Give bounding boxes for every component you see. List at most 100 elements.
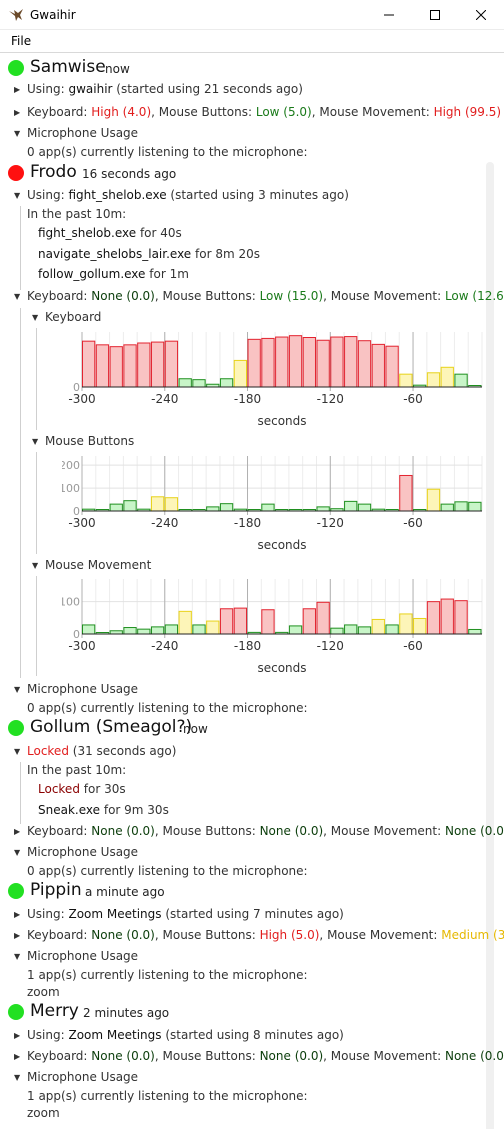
usage-line: Using: gwaihir (started using 21 seconds… xyxy=(27,82,303,96)
mouse-buttons-value: None (0.0) xyxy=(259,824,324,838)
input-activity-line: Keyboard: None (0.0), Mouse Buttons: Non… xyxy=(27,1049,504,1063)
close-icon xyxy=(476,10,486,20)
chart-bar xyxy=(426,372,441,388)
collapse-down-icon[interactable]: ▼ xyxy=(14,191,20,200)
chart-bar xyxy=(330,336,344,388)
chart-bar xyxy=(454,600,468,635)
tree-guide xyxy=(36,328,37,430)
expand-right-icon[interactable]: ▶ xyxy=(14,1052,20,1061)
collapse-down-icon[interactable]: ▼ xyxy=(32,313,38,322)
status-dot-online xyxy=(8,60,24,76)
chart-bar xyxy=(385,345,399,388)
expand-right-icon[interactable]: ▶ xyxy=(14,931,20,940)
user-name: Frodo xyxy=(30,162,77,182)
expand-right-icon[interactable]: ▶ xyxy=(14,85,20,94)
lock-status-line: Locked (31 seconds ago) xyxy=(27,744,176,758)
collapse-down-icon[interactable]: ▼ xyxy=(14,848,20,857)
maximize-icon xyxy=(430,10,440,20)
menu-file[interactable]: File xyxy=(11,34,31,48)
mouse-buttons-label: Mouse Buttons: xyxy=(162,824,256,838)
user-list[interactable]: Samwise now ▶ Using: gwaihir (started us… xyxy=(0,54,504,1129)
chart-bar xyxy=(344,500,358,512)
mouse-movement-label: Mouse Movement: xyxy=(327,928,438,942)
chart-bar xyxy=(219,608,234,635)
user-name: Samwise xyxy=(30,57,106,77)
x-tick-label: -300 xyxy=(68,639,95,653)
mouse-movement-label: Mouse Movement: xyxy=(330,1049,442,1063)
scrollbar-track[interactable] xyxy=(486,162,494,1129)
mouse-buttons-value: Low (5.0) xyxy=(255,105,312,119)
keyboard-label: Keyboard: xyxy=(27,928,88,942)
chart-bar xyxy=(192,624,206,635)
history-duration: for 1m xyxy=(149,267,189,281)
chart-bar xyxy=(123,500,137,512)
mouse-movement-value: High (99.5) xyxy=(433,105,502,119)
chart-bar xyxy=(454,501,468,512)
mic-usage-header: Microphone Usage xyxy=(27,1070,139,1084)
started-text: (started using 8 minutes ago) xyxy=(165,1028,344,1042)
history-header: In the past 10m: xyxy=(27,207,127,221)
history-app: Sneak.exe xyxy=(38,803,101,817)
mic-usage-text: 0 app(s) currently listening to the micr… xyxy=(27,701,308,715)
chart-bar xyxy=(302,337,316,388)
x-tick-label: -180 xyxy=(234,392,261,406)
chart-bar xyxy=(344,336,358,388)
mouse-buttons-chart: 0 100 200 -300 -240 -180 -120 -60 seconds xyxy=(62,454,484,554)
maximize-button[interactable] xyxy=(412,0,458,30)
history-header: In the past 10m: xyxy=(27,763,127,777)
mic-app: zoom xyxy=(27,985,60,999)
started-text: (started using 7 minutes ago) xyxy=(165,907,344,921)
keyboard-label: Keyboard: xyxy=(27,1049,88,1063)
expand-right-icon[interactable]: ▶ xyxy=(14,827,20,836)
chart-bar xyxy=(316,601,330,635)
mic-usage-header: Microphone Usage xyxy=(27,682,139,696)
user-name: Merry xyxy=(30,1001,79,1021)
user-last-seen: 2 minutes ago xyxy=(83,1006,170,1020)
window-title: Gwaihir xyxy=(30,8,76,22)
tree-guide xyxy=(20,206,21,290)
mouse-buttons-label: Mouse Buttons: xyxy=(158,105,253,119)
chart-bar xyxy=(426,601,441,635)
locked-status: Locked xyxy=(27,744,69,758)
chart-bar xyxy=(316,506,330,512)
history-item: Locked for 30s xyxy=(38,782,126,796)
collapse-down-icon[interactable]: ▼ xyxy=(14,685,20,694)
started-text: (started using 3 minutes ago) xyxy=(170,188,349,202)
collapse-down-icon[interactable]: ▼ xyxy=(32,561,38,570)
expand-right-icon[interactable]: ▶ xyxy=(14,910,20,919)
status-dot-online xyxy=(8,883,24,899)
started-text: (started using 21 seconds ago) xyxy=(116,82,303,96)
usage-line: Using: Zoom Meetings (started using 8 mi… xyxy=(27,1028,344,1042)
app-name: Zoom Meetings xyxy=(68,1028,162,1042)
chart-bar xyxy=(123,344,137,388)
minimize-button[interactable] xyxy=(366,0,412,30)
expand-right-icon[interactable]: ▶ xyxy=(14,1031,20,1040)
chart-bar xyxy=(426,488,441,512)
collapse-down-icon[interactable]: ▼ xyxy=(14,129,20,138)
collapse-down-icon[interactable]: ▼ xyxy=(32,437,38,446)
close-button[interactable] xyxy=(458,0,504,30)
chart-bar xyxy=(357,626,372,635)
collapse-down-icon[interactable]: ▼ xyxy=(14,952,20,961)
collapse-down-icon[interactable]: ▼ xyxy=(14,292,20,301)
chart-bar xyxy=(233,607,248,635)
input-activity-line: Keyboard: High (4.0), Mouse Buttons: Low… xyxy=(27,105,502,119)
collapse-down-icon[interactable]: ▼ xyxy=(14,1073,20,1082)
chart-bar xyxy=(219,378,234,388)
history-item: follow_gollum.exe for 1m xyxy=(38,267,189,281)
x-tick-label: -300 xyxy=(68,392,95,406)
collapse-down-icon[interactable]: ▼ xyxy=(14,747,20,756)
history-duration: for 8m 20s xyxy=(195,247,261,261)
app-name: Zoom Meetings xyxy=(68,907,162,921)
keyboard-value: None (0.0) xyxy=(91,824,155,838)
history-item: navigate_shelobs_lair.exe for 8m 20s xyxy=(38,247,260,261)
history-item: fight_shelob.exe for 40s xyxy=(38,226,182,240)
chart-bar xyxy=(219,503,234,512)
chart-bar xyxy=(440,366,454,388)
chart-bar xyxy=(371,618,385,635)
expand-right-icon[interactable]: ▶ xyxy=(14,108,20,117)
chart-bar xyxy=(233,359,248,388)
app-name: gwaihir xyxy=(68,82,113,96)
status-dot-online xyxy=(8,1004,24,1020)
chart-bar xyxy=(137,628,151,635)
